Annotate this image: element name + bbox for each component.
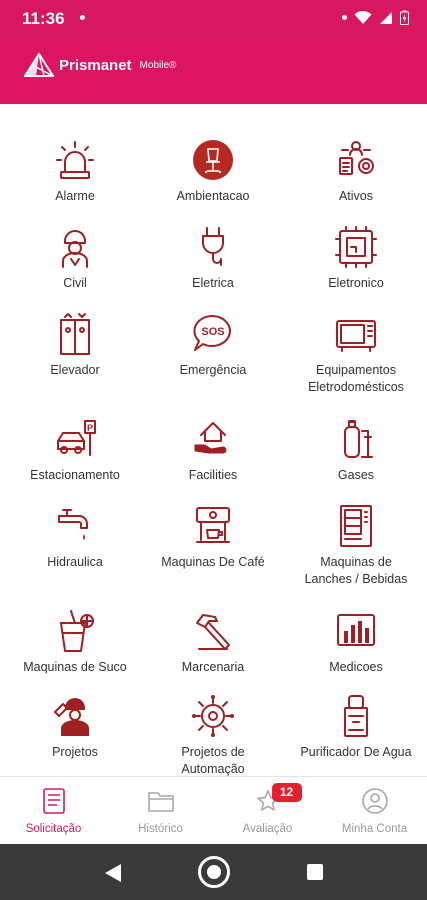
- nav-item[interactable]: Solicitação: [0, 777, 107, 845]
- document-icon: [42, 787, 65, 815]
- service-label: Eletronico: [328, 276, 384, 290]
- engineer-blueprint-icon: [53, 694, 97, 738]
- service-tile[interactable]: Eletronico: [285, 225, 427, 292]
- battery-icon: [400, 10, 409, 25]
- service-label: Facilities: [188, 468, 238, 482]
- service-tile[interactable]: Hidraulica: [4, 504, 146, 571]
- service-label: Ambientacao: [176, 189, 250, 203]
- vending-machine-icon: [334, 504, 378, 548]
- brand-logo: Prismanet Mobile®: [24, 53, 176, 77]
- service-label: Ativos: [338, 189, 374, 203]
- service-label: Projetos: [52, 745, 98, 759]
- folder-icon: [147, 787, 174, 815]
- service-label: Gases: [337, 468, 375, 482]
- service-label: Eletrica: [192, 276, 234, 290]
- status-bar: 11:36: [0, 0, 427, 38]
- service-tile[interactable]: Maquinas de Lanches / Bebidas: [285, 504, 427, 588]
- status-icons: [342, 10, 409, 25]
- recent-apps-icon[interactable]: [307, 864, 323, 880]
- service-tile[interactable]: Maquinas de Suco: [4, 609, 146, 676]
- service-label: Maquinas De Café: [161, 555, 265, 569]
- brand-subtitle: Mobile®: [139, 59, 177, 71]
- elevator-icon: [53, 312, 97, 356]
- hammer-icon: [191, 609, 235, 653]
- juice-glass-icon: [53, 609, 97, 653]
- wifi-icon: [354, 10, 372, 24]
- nav-label: Minha Conta: [341, 823, 408, 835]
- automation-gear-icon: [191, 694, 235, 738]
- signal-icon: [380, 11, 392, 24]
- bottom-navigation: Solicitação Histórico 12 Avaliação Minha Con…: [0, 776, 427, 844]
- home-icon[interactable]: [198, 856, 230, 888]
- hand-house-icon: [191, 417, 235, 461]
- microwave-icon: [334, 312, 378, 356]
- nav-label: Avaliação: [242, 823, 293, 835]
- sos-bubble-icon: SOS: [191, 312, 235, 356]
- assets-icon: [334, 138, 378, 182]
- service-tile[interactable]: P Estacionamento: [4, 417, 146, 484]
- service-tile[interactable]: Projetos de Automação: [142, 694, 284, 776]
- service-label: Maquinas de Suco: [23, 660, 127, 674]
- service-label: Maquinas de Lanches / Bebidas: [304, 555, 408, 586]
- prismanet-logo-icon: [24, 53, 54, 77]
- service-label: Hidraulica: [47, 555, 103, 569]
- app-header: Prismanet Mobile®: [0, 38, 427, 104]
- service-label: Elevador: [50, 363, 100, 377]
- bar-chart-icon: [334, 609, 378, 653]
- svg-text:SOS: SOS: [201, 326, 224, 338]
- service-tile[interactable]: Ativos: [285, 138, 427, 205]
- service-label: Medicoes: [329, 660, 383, 674]
- service-label: Civil: [63, 276, 87, 290]
- service-tile[interactable]: SOS Emergência: [142, 312, 284, 379]
- nav-item[interactable]: Histórico: [107, 777, 214, 845]
- coffee-machine-icon: [191, 504, 235, 548]
- service-label: Alarme: [55, 189, 95, 203]
- service-label: Marcenaria: [181, 660, 245, 674]
- service-label: Estacionamento: [30, 468, 120, 482]
- nav-label: Solicitação: [25, 823, 82, 835]
- alarm-siren-icon: [53, 138, 97, 182]
- service-tile[interactable]: Eletrica: [142, 225, 284, 292]
- status-time: 11:36: [22, 9, 65, 28]
- power-plug-icon: [191, 225, 235, 269]
- notification-dot-icon: [342, 15, 347, 20]
- service-label: Purificador De Agua: [300, 745, 412, 759]
- service-tile[interactable]: Gases: [285, 417, 427, 484]
- construction-worker-icon: [53, 225, 97, 269]
- notification-dot-icon: [80, 15, 85, 20]
- back-icon[interactable]: [104, 863, 122, 883]
- service-tile[interactable]: Marcenaria: [142, 609, 284, 676]
- service-label: Emergência: [179, 363, 247, 377]
- service-tile[interactable]: Maquinas De Café: [142, 504, 284, 571]
- notification-badge: 12: [271, 783, 302, 802]
- system-navigation-bar: [0, 844, 427, 900]
- svg-text:P: P: [87, 423, 93, 433]
- service-label: Projetos de Automação: [181, 745, 245, 776]
- user-account-icon: [361, 787, 388, 815]
- service-tile[interactable]: Civil: [4, 225, 146, 292]
- office-chair-icon: [191, 138, 235, 182]
- parking-car-icon: P: [53, 417, 97, 461]
- nav-item[interactable]: Minha Conta: [321, 777, 427, 845]
- faucet-icon: [53, 504, 97, 548]
- nav-item[interactable]: 12 Avaliação: [214, 777, 321, 845]
- service-tile[interactable]: Medicoes: [285, 609, 427, 676]
- service-tile[interactable]: Projetos: [4, 694, 146, 761]
- service-tile[interactable]: Elevador: [4, 312, 146, 379]
- water-dispenser-icon: [334, 694, 378, 738]
- nav-label: Histórico: [138, 823, 183, 835]
- star-icon: 12: [256, 783, 302, 815]
- brand-name: Prismanet: [59, 56, 132, 74]
- service-tile[interactable]: Purificador De Agua: [285, 694, 427, 761]
- gas-cylinder-icon: [334, 417, 378, 461]
- service-tile[interactable]: Alarme: [4, 138, 146, 205]
- service-label: Equipamentos Eletrodomésticos: [308, 363, 404, 394]
- service-grid: Alarme Ambientacao Ativos Civil Eletrica Elet…: [0, 104, 427, 776]
- service-tile[interactable]: Equipamentos Eletrodomésticos: [285, 312, 427, 396]
- service-tile[interactable]: Ambientacao: [142, 138, 284, 205]
- circuit-chip-icon: [334, 225, 378, 269]
- service-tile[interactable]: Facilities: [142, 417, 284, 484]
